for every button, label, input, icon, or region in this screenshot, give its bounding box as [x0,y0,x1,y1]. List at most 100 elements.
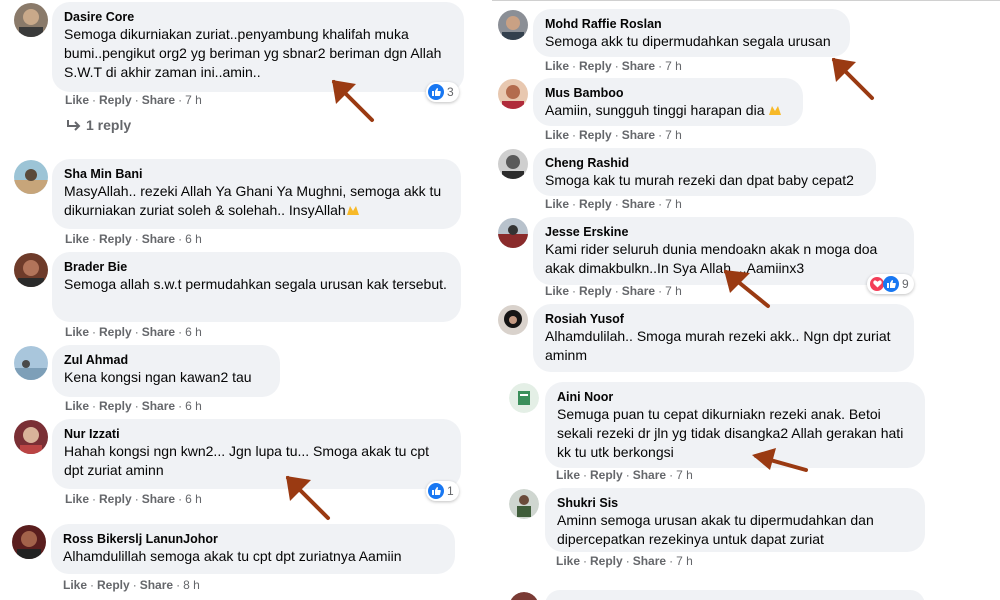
comment-time[interactable]: 7 h [676,468,693,482]
annotation-arrow-icon [724,270,770,308]
reaction-count[interactable]: 3 [426,82,459,102]
avatar[interactable] [498,79,528,109]
like-reaction-icon [428,84,444,100]
like-link[interactable]: Like [65,399,89,413]
comment-actions: Like · Reply · Share · 7 h [545,128,682,142]
share-link[interactable]: Share [140,578,173,592]
comment-bubble: Brader Bie Semoga allah s.w.t permudahka… [52,252,461,322]
comment-actions: Like · Reply · Share · 7 h [545,59,682,73]
comment-author[interactable]: Mohd Raffie Roslan [545,16,838,32]
avatar[interactable] [498,305,528,335]
share-link[interactable]: Share [622,59,655,73]
like-link[interactable]: Like [556,468,580,482]
reply-link[interactable]: Reply [99,325,132,339]
like-link[interactable]: Like [545,284,569,298]
like-link[interactable]: Like [65,325,89,339]
share-link[interactable]: Share [633,554,666,568]
comment-bubble: Dasire Core Semoga dikurniakan zuriat..p… [52,2,464,92]
comment-text: Smoga kak tu murah rezeki dan dpat baby … [545,172,854,188]
comment-time[interactable]: 6 h [185,232,202,246]
avatar[interactable] [498,149,528,179]
avatar[interactable] [509,383,539,413]
comment-time[interactable]: 6 h [185,325,202,339]
comment-author[interactable]: Nur Izzati [64,426,449,442]
comment-time[interactable]: 7 h [665,128,682,142]
avatar[interactable] [509,592,539,600]
hands-emoji-icon [769,106,782,115]
comment-author[interactable]: Brader Bie [64,259,449,275]
comment-time[interactable]: 7 h [676,554,693,568]
share-link[interactable]: Share [142,492,175,506]
like-reaction-icon [883,276,899,292]
reply-link[interactable]: Reply [579,128,612,142]
like-link[interactable]: Like [545,59,569,73]
like-link[interactable]: Like [556,554,580,568]
reaction-count[interactable]: 1 [426,481,459,501]
comment-author[interactable]: Sha Min Bani [64,166,449,182]
reply-link[interactable]: Reply [99,232,132,246]
view-replies[interactable]: 1 reply [66,117,131,133]
view-replies-label: 1 reply [86,117,132,133]
comment-author[interactable]: Jesse Erskine [545,224,902,240]
comment-text: Alhamdulilah.. Smoga murah rezeki akk.. … [545,328,891,363]
reply-link[interactable]: Reply [579,59,612,73]
comment-time[interactable]: 6 h [185,492,202,506]
like-link[interactable]: Like [545,197,569,211]
comment-author[interactable]: Rosiah Yusof [545,311,902,327]
comment-actions: Like · Reply · Share · 6 h [65,325,202,339]
comment-author[interactable]: Shukri Sis [557,495,913,511]
avatar[interactable] [498,218,528,248]
avatar[interactable] [14,3,48,37]
share-link[interactable]: Share [142,232,175,246]
comment-text: Aamiin, sungguh tinggi harapan dia [545,101,791,120]
reply-link[interactable]: Reply [99,492,132,506]
reply-link[interactable]: Reply [579,197,612,211]
share-link[interactable]: Share [622,128,655,142]
reply-link[interactable]: Reply [99,93,132,107]
share-link[interactable]: Share [633,468,666,482]
comment-author[interactable]: Aini Noor [557,389,913,405]
comment-author[interactable]: Zul Ahmad [64,352,268,368]
comment-actions: Like · Reply · Share · 7 h [65,93,202,107]
comment-time[interactable]: 8 h [183,578,200,592]
avatar[interactable] [498,10,528,40]
like-link[interactable]: Like [65,232,89,246]
comment-actions: Like · Reply · Share · 7 h [545,197,682,211]
comment-author[interactable]: Ross Bikerslj LanunJohor [63,531,443,547]
comment-time[interactable]: 6 h [185,399,202,413]
comment-text: Semuga puan tu cepat dikurniakn rezeki a… [557,406,904,460]
reply-link[interactable]: Reply [590,468,623,482]
reply-link[interactable]: Reply [99,399,132,413]
avatar[interactable] [14,420,48,454]
reply-link[interactable]: Reply [579,284,612,298]
avatar[interactable] [14,346,48,380]
like-link[interactable]: Like [63,578,87,592]
comment-actions: Like · Reply · Share · 7 h [545,284,682,298]
avatar[interactable] [14,160,48,194]
comment-author[interactable]: Mus Bamboo [545,85,791,101]
share-link[interactable]: Share [142,399,175,413]
comment-bubble: Nur Izzati Hahah kongsi ngn kwn2... Jgn … [52,419,461,489]
like-link[interactable]: Like [545,128,569,142]
comment-author[interactable]: Cheng Rashid [545,155,864,171]
comment-time[interactable]: 7 h [665,284,682,298]
share-link[interactable]: Share [622,284,655,298]
reply-link[interactable]: Reply [590,554,623,568]
reaction-count-text: 3 [447,85,454,99]
comment-time[interactable]: 7 h [665,197,682,211]
avatar[interactable] [14,253,48,287]
share-link[interactable]: Share [142,325,175,339]
reply-link[interactable]: Reply [97,578,130,592]
avatar[interactable] [12,525,46,559]
comment-time[interactable]: 7 h [185,93,202,107]
top-divider [492,0,1000,1]
comment-author[interactable]: Dasire Core [64,9,452,25]
reaction-count[interactable]: 9 [867,274,914,294]
comment-time[interactable]: 7 h [665,59,682,73]
like-link[interactable]: Like [65,492,89,506]
share-link[interactable]: Share [142,93,175,107]
comment-text: Semoga akk tu dipermudahkan segala urusa… [545,33,831,49]
share-link[interactable]: Share [622,197,655,211]
avatar[interactable] [509,489,539,519]
like-link[interactable]: Like [65,93,89,107]
